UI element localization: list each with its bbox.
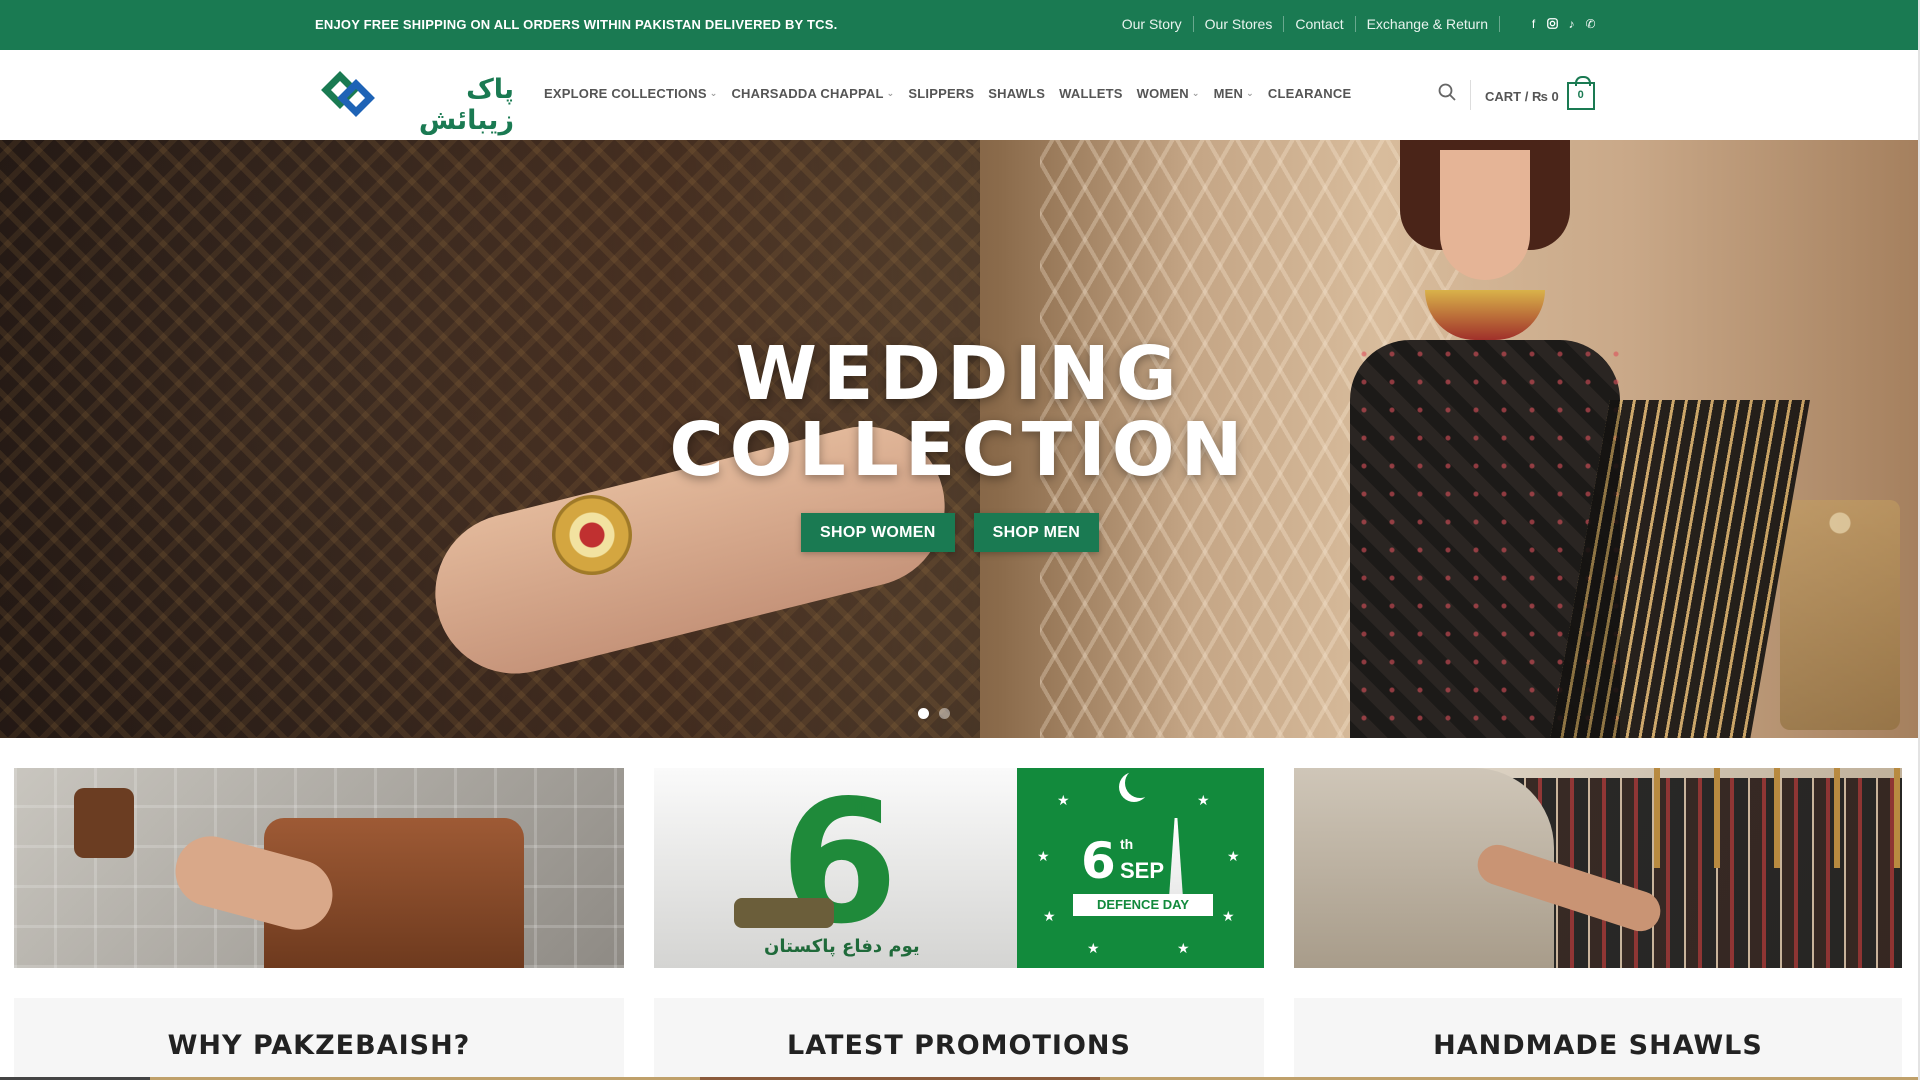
defence-day-left-panel: 6 th یوم دفاع پاکستان <box>654 768 1017 968</box>
star-icon: ★ <box>1177 940 1190 956</box>
model-face <box>1440 150 1530 280</box>
nav-shawls[interactable]: SHAWLS <box>988 86 1045 101</box>
star-icon: ★ <box>1043 908 1056 924</box>
thread-spool-image <box>74 788 134 858</box>
shop-men-button[interactable]: SHOP MEN <box>973 513 1100 552</box>
minar-e-pakistan-icon <box>1169 818 1183 898</box>
link-contact[interactable]: Contact <box>1284 16 1356 32</box>
model-necklace <box>1425 290 1545 340</box>
defence-day-urdu-text: یوم دفاع پاکستان <box>764 936 920 957</box>
nav-women[interactable]: WOMEN ⌄ <box>1137 86 1200 101</box>
cart-label: CART / ₨ 0 <box>1485 88 1559 104</box>
chevron-down-icon: ⌄ <box>1246 88 1254 98</box>
crescent-moon-icon <box>1125 768 1155 798</box>
nav-charsadda-chappal[interactable]: CHARSADDA CHAPPAL ⌄ <box>731 86 894 101</box>
hero-title-line-1: WEDDING <box>735 331 1183 417</box>
nav-slippers[interactable]: SLIPPERS <box>908 86 974 101</box>
nav-label: SHAWLS <box>988 86 1046 101</box>
logo-urdu-text: پاک زیبائش <box>418 74 514 136</box>
star-icon: ★ <box>1197 792 1210 808</box>
hero-title: WEDDING COLLECTION <box>0 336 1918 488</box>
tank-image <box>734 898 834 928</box>
card-title-shawls: HANDMADE SHAWLS <box>1433 1030 1763 1061</box>
star-icon: ★ <box>1037 848 1050 864</box>
hero-buttons: SHOP WOMEN SHOP MEN <box>801 513 1100 552</box>
card-latest-promotions[interactable]: LATEST PROMOTIONS <box>654 998 1264 1080</box>
slider-dots <box>918 708 950 719</box>
card-handmade-shawls[interactable]: HANDMADE SHAWLS <box>1294 998 1902 1080</box>
tile-shawl-weaving[interactable] <box>1294 768 1902 968</box>
defence-badge-th: th <box>1120 836 1134 852</box>
cart-count: 0 <box>1577 89 1584 101</box>
hero-ring-image <box>552 495 632 575</box>
tile-chappal-crafting[interactable] <box>14 768 624 968</box>
defence-six-suffix: th <box>854 798 868 814</box>
logo-mark-icon <box>321 71 375 117</box>
pakzebaish-logo[interactable]: پاک زیبائش <box>318 68 514 136</box>
nav-label: MEN <box>1213 86 1244 101</box>
card-why-pakzebaish[interactable]: WHY PAKZEBAISH? <box>14 998 624 1080</box>
card-title-promotions: LATEST PROMOTIONS <box>787 1030 1131 1061</box>
cart-button[interactable]: CART / ₨ 0 0 <box>1485 76 1595 110</box>
defence-day-ribbon: DEFENCE DAY <box>1073 894 1213 916</box>
card-title-why: WHY PAKZEBAISH? <box>167 1030 471 1061</box>
search-icon[interactable] <box>1437 82 1459 104</box>
chevron-down-icon: ⌄ <box>709 88 718 98</box>
instagram-icon[interactable] <box>1547 16 1558 32</box>
defence-day-badge-panel: ★ ★ ★ ★ ★ ★ ★ ★ 6 th SEP DEFENCE DAY <box>1017 768 1264 968</box>
phone-icon[interactable]: ✆ <box>1585 16 1596 32</box>
link-exchange-return[interactable]: Exchange & Return <box>1356 16 1500 32</box>
nav-label: WALLETS <box>1059 86 1123 101</box>
site-header: پاک زیبائش EXPLORE COLLECTIONS ⌄ CHARSADD… <box>0 50 1918 140</box>
star-icon: ★ <box>1057 792 1070 808</box>
nav-label: CHARSADDA CHAPPAL <box>731 86 884 101</box>
facebook-icon[interactable]: f <box>1528 16 1539 32</box>
defence-badge-sep: SEP <box>1120 858 1165 883</box>
nav-clearance[interactable]: CLEARANCE <box>1268 86 1351 101</box>
chevron-down-icon: ⌄ <box>1191 88 1200 98</box>
shop-women-button[interactable]: SHOP WOMEN <box>801 513 955 552</box>
nav-label: EXPLORE COLLECTIONS <box>544 86 707 101</box>
slider-dot-2[interactable] <box>939 708 950 719</box>
star-icon: ★ <box>1227 848 1240 864</box>
link-our-story[interactable]: Our Story <box>1111 16 1194 32</box>
chevron-down-icon: ⌄ <box>886 88 895 98</box>
free-shipping-promo: ENJOY FREE SHIPPING ON ALL ORDERS WITHIN… <box>315 17 838 32</box>
tile-defence-day-promo[interactable]: 6 th یوم دفاع پاکستان ★ ★ ★ ★ ★ ★ ★ ★ 6 … <box>654 768 1264 968</box>
top-announcement-bar: ENJOY FREE SHIPPING ON ALL ORDERS WITHIN… <box>0 0 1918 50</box>
social-links: f ♪ ✆ <box>1528 16 1596 32</box>
star-icon: ★ <box>1222 908 1235 924</box>
header-divider <box>1470 80 1471 110</box>
link-our-stores[interactable]: Our Stores <box>1194 16 1285 32</box>
top-links: Our Story Our Stores Contact Exchange & … <box>1111 16 1500 32</box>
loom-frame-image <box>1654 768 1902 868</box>
nav-men[interactable]: MEN ⌄ <box>1214 86 1254 101</box>
defence-badge-six: 6 <box>1081 832 1116 890</box>
hero-slider[interactable]: WEDDING COLLECTION SHOP WOMEN SHOP MEN <box>0 140 1918 738</box>
star-icon: ★ <box>1087 940 1100 956</box>
hero-title-line-2: COLLECTION <box>669 407 1249 493</box>
slider-dot-1[interactable] <box>918 708 929 719</box>
nav-wallets[interactable]: WALLETS <box>1059 86 1123 101</box>
tiktok-icon[interactable]: ♪ <box>1566 16 1577 32</box>
page: ENJOY FREE SHIPPING ON ALL ORDERS WITHIN… <box>0 0 1920 1080</box>
nav-label: CLEARANCE <box>1267 86 1352 101</box>
main-navigation: EXPLORE COLLECTIONS ⌄ CHARSADDA CHAPPAL ⌄ … <box>544 86 1351 101</box>
hero-chandelier-image <box>1780 500 1900 730</box>
nav-label: SLIPPERS <box>908 86 975 101</box>
nav-label: WOMEN <box>1136 86 1189 101</box>
cart-bag-icon: 0 <box>1566 76 1595 110</box>
nav-explore-collections[interactable]: EXPLORE COLLECTIONS ⌄ <box>544 86 717 101</box>
